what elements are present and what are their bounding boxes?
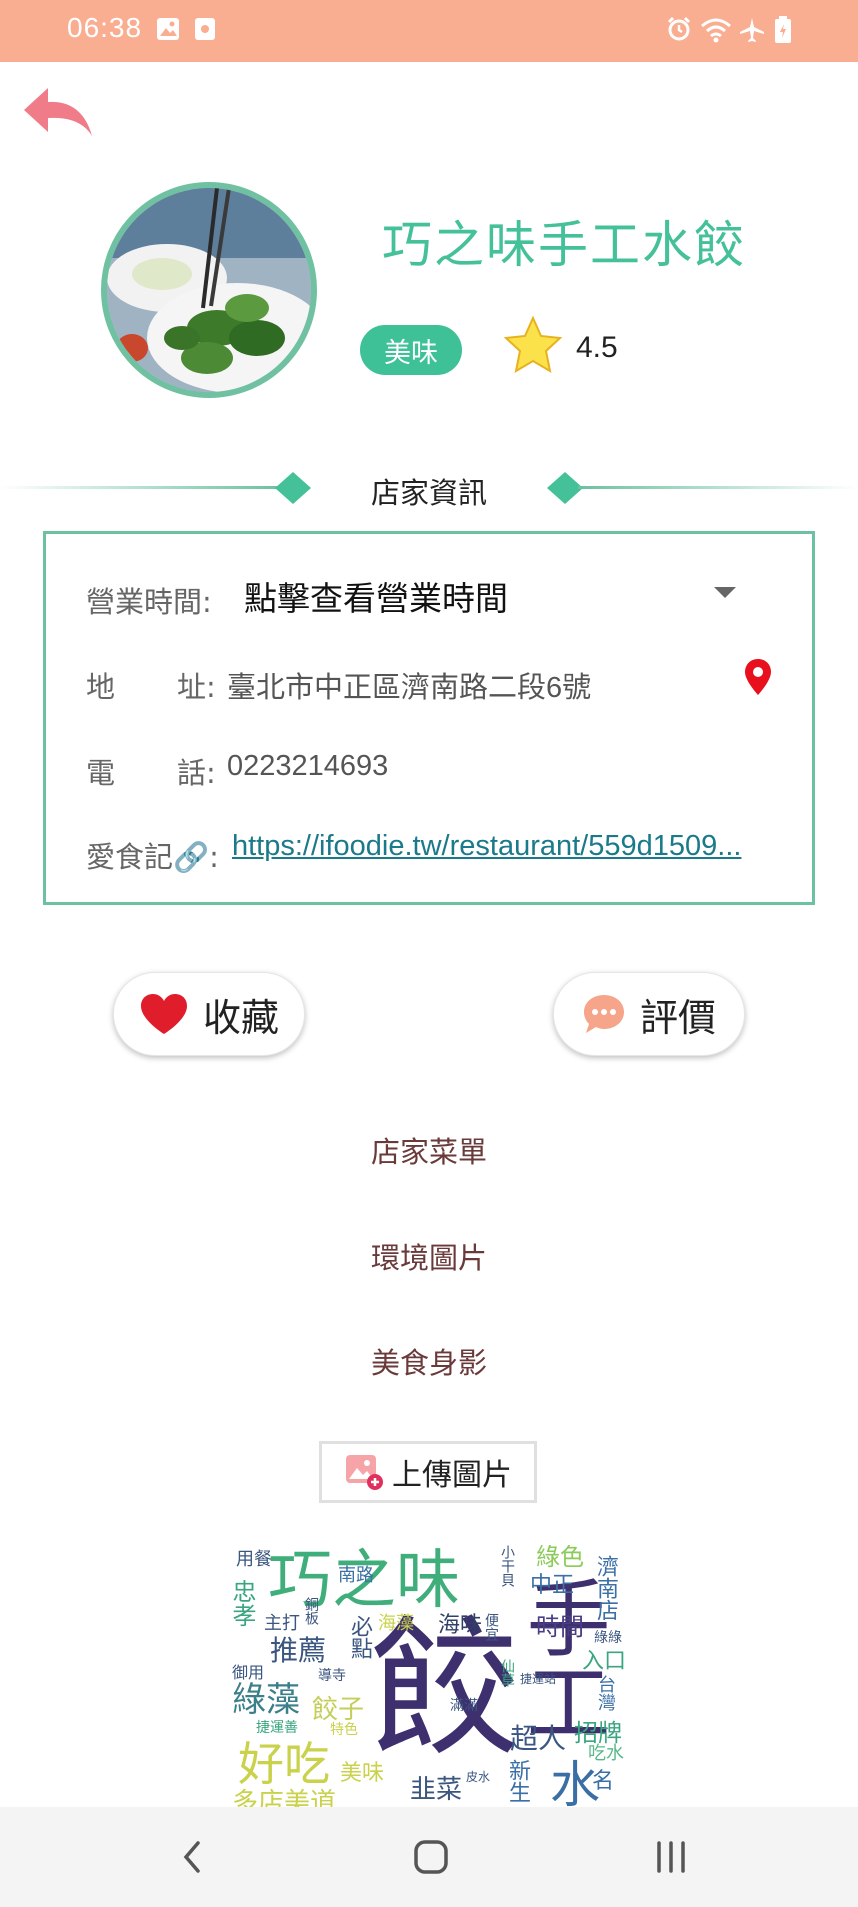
star-icon bbox=[503, 315, 563, 373]
screenshot-icon bbox=[195, 18, 215, 40]
image-upload-icon bbox=[346, 1455, 383, 1490]
back-arrow-icon bbox=[24, 88, 92, 136]
ifoodie-link[interactable]: https://ifoodie.tw/restaurant/559d1509..… bbox=[232, 830, 812, 863]
wc-word: 忠孝 bbox=[230, 1579, 256, 1627]
airplane-icon bbox=[740, 18, 764, 42]
word-cloud: 巧之味 餃 手工 水 推薦 綠藻 好吃 餃子 美味 海味 時間 超人 招牌 韭菜… bbox=[230, 1545, 626, 1807]
section-title: 店家資訊 bbox=[370, 476, 487, 510]
food-photos-link[interactable]: 美食身影 bbox=[300, 1340, 558, 1382]
address-label-a: 地 bbox=[86, 670, 116, 704]
wc-word: 導寺 bbox=[318, 1668, 346, 1684]
wc-word: 綠色 bbox=[536, 1545, 584, 1571]
info-box: 營業時間: 點擊查看營業時間 地 址: 臺北市中正區濟南路二段6號 電 話: 0… bbox=[43, 531, 815, 905]
status-time: 06:38 bbox=[67, 12, 143, 43]
nav-recents-button[interactable] bbox=[636, 1827, 706, 1887]
wc-word: 海味 bbox=[438, 1613, 483, 1638]
hours-dropdown[interactable]: 點擊查看營業時間 bbox=[244, 572, 508, 620]
nav-home-button[interactable] bbox=[396, 1827, 466, 1887]
chevron-left-icon bbox=[183, 1841, 200, 1873]
wc-word: 御用 bbox=[232, 1663, 265, 1682]
wc-word: 小干貝 bbox=[499, 1545, 515, 1587]
status-bar: 06:38 bbox=[0, 0, 858, 62]
home-icon bbox=[414, 1840, 448, 1874]
wc-word: 滿滿 bbox=[450, 1698, 478, 1714]
recents-icon bbox=[657, 1841, 685, 1873]
address-value: 臺北市中正區濟南路二段6號 bbox=[227, 672, 592, 704]
wc-word: 餃子 bbox=[312, 1695, 365, 1725]
favorite-button[interactable]: 收藏 bbox=[113, 972, 305, 1056]
restaurant-avatar bbox=[101, 182, 317, 398]
system-nav-bar bbox=[0, 1807, 858, 1907]
wc-word: 超人 bbox=[510, 1722, 567, 1755]
wc-word: 名 bbox=[592, 1769, 615, 1794]
map-pin-icon[interactable] bbox=[742, 657, 774, 697]
back-button[interactable] bbox=[20, 80, 100, 156]
phone-label-b: 話: bbox=[177, 756, 216, 790]
wc-word: 時間 bbox=[536, 1613, 584, 1641]
wc-word: 海藻 bbox=[378, 1613, 414, 1634]
upload-label: 上傳圖片 bbox=[392, 1458, 512, 1493]
wc-word: 便宜 bbox=[483, 1613, 499, 1641]
chat-bubble-icon bbox=[583, 995, 624, 1033]
wc-word: 皮水 bbox=[466, 1770, 491, 1784]
battery-icon bbox=[775, 16, 791, 43]
favorite-label: 收藏 bbox=[202, 995, 279, 1040]
hours-label: 營業時間: bbox=[86, 585, 212, 619]
wc-word: 好吃 bbox=[238, 1737, 330, 1791]
wc-word: 捷運善 bbox=[256, 1720, 298, 1736]
wifi-icon bbox=[701, 18, 731, 43]
ifoodie-label: 愛食記🔗: bbox=[86, 840, 219, 874]
tag-badge: 美味 bbox=[360, 325, 462, 375]
wc-word: 銅板 bbox=[303, 1597, 319, 1625]
wc-word: 捷運站 bbox=[520, 1672, 557, 1686]
upload-image-button[interactable]: 上傳圖片 bbox=[319, 1441, 537, 1503]
wc-word: 台灣 bbox=[595, 1675, 616, 1711]
chevron-down-icon[interactable] bbox=[714, 587, 736, 598]
wc-word: 仙草 bbox=[499, 1659, 515, 1687]
wc-word: 主打 bbox=[264, 1613, 300, 1634]
wc-word: 吃水 bbox=[588, 1743, 624, 1764]
address-label-b: 址: bbox=[177, 670, 216, 704]
wc-word: 入口 bbox=[582, 1649, 626, 1674]
wc-word: 多店美道 bbox=[232, 1788, 337, 1807]
wc-word: 推薦 bbox=[270, 1634, 327, 1667]
nav-back-button[interactable] bbox=[158, 1827, 228, 1887]
wc-word: 招牌 bbox=[574, 1719, 622, 1747]
wc-word: 濟南店 bbox=[593, 1555, 618, 1621]
wc-word: 美味 bbox=[340, 1761, 385, 1786]
heart-icon bbox=[140, 994, 187, 1034]
wc-word: 特色 bbox=[330, 1722, 358, 1738]
wc-word: 綠藻 bbox=[232, 1680, 300, 1720]
menu-link[interactable]: 店家菜單 bbox=[300, 1129, 558, 1171]
gallery-icon bbox=[157, 18, 179, 40]
wc-word: 南路 bbox=[338, 1565, 374, 1586]
wc-word: 中正 bbox=[530, 1573, 575, 1598]
review-button[interactable]: 評價 bbox=[553, 972, 745, 1056]
alarm-icon bbox=[667, 16, 691, 41]
environment-link[interactable]: 環境圖片 bbox=[300, 1235, 558, 1277]
wc-word: 用餐 bbox=[236, 1549, 272, 1570]
phone-value[interactable]: 0223214693 bbox=[227, 750, 388, 783]
review-label: 評價 bbox=[639, 995, 716, 1040]
wc-word: 必點 bbox=[347, 1615, 372, 1659]
phone-label-a: 電 bbox=[86, 756, 116, 790]
rating-value: 4.5 bbox=[576, 331, 618, 364]
restaurant-name: 巧之味手工水餃 bbox=[382, 216, 746, 274]
wc-word: 韭菜 bbox=[410, 1775, 463, 1805]
wc-word: 新生 bbox=[505, 1759, 530, 1803]
dumpling-photo bbox=[107, 188, 311, 392]
wc-word: 綠綠 bbox=[594, 1630, 622, 1646]
